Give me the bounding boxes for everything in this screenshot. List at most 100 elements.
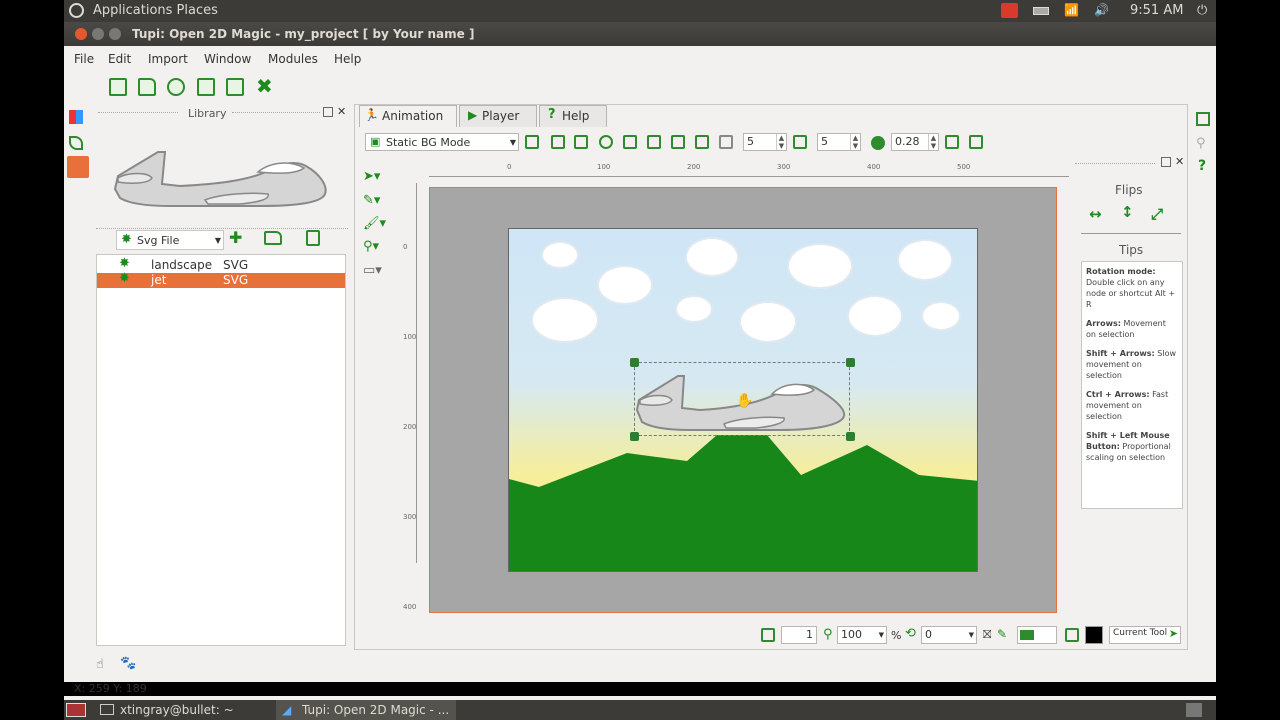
- close-panel-icon[interactable]: ✕: [337, 105, 346, 118]
- menu-import[interactable]: Import: [148, 52, 188, 66]
- opacity-icon[interactable]: [871, 136, 885, 150]
- color-palette-icon[interactable]: [69, 110, 83, 124]
- new-project-icon[interactable]: [109, 78, 127, 96]
- power-icon[interactable]: ⏻: [1197, 3, 1207, 18]
- spin-onion[interactable]: 5 ▲ ▼: [817, 133, 861, 151]
- fill-icon[interactable]: [1065, 628, 1079, 642]
- wifi-icon[interactable]: 📶: [1064, 3, 1079, 17]
- tips-title: Tips: [1119, 243, 1144, 257]
- rotation-icon[interactable]: ⟲: [905, 626, 916, 641]
- minimize-window-button[interactable]: [92, 28, 104, 40]
- shape-tool-icon[interactable]: ▭▾: [363, 263, 382, 278]
- spin-arrows-icon[interactable]: ▲ ▼: [776, 134, 786, 150]
- show-desktop-icon[interactable]: [66, 703, 86, 717]
- copy-icon[interactable]: [551, 135, 565, 149]
- flip-crossed-icon[interactable]: ⤢: [1151, 205, 1163, 223]
- spin-opacity[interactable]: 0.28 ▲ ▼: [891, 133, 939, 151]
- paste-icon[interactable]: [574, 135, 588, 149]
- ubuntu-logo-icon[interactable]: [69, 3, 84, 18]
- export-item-icon[interactable]: [306, 230, 320, 246]
- close-window-button[interactable]: [75, 28, 87, 40]
- library-type-select[interactable]: ✸ Svg File ▼: [116, 230, 224, 250]
- spin-grid-size[interactable]: 5 ▲ ▼: [743, 133, 787, 151]
- step-icon[interactable]: [719, 135, 733, 149]
- frame-field[interactable]: 1: [781, 626, 817, 644]
- ruler-top-label: 300: [777, 163, 791, 171]
- maximize-window-button[interactable]: [109, 28, 121, 40]
- grid-icon[interactable]: [599, 135, 613, 149]
- save-icon[interactable]: [197, 78, 215, 96]
- flip-vertical-icon[interactable]: ↕: [1121, 203, 1134, 221]
- add-folder-icon[interactable]: [264, 231, 282, 245]
- hand-tool-icon[interactable]: ☝: [96, 657, 104, 672]
- canvas-area[interactable]: ✋: [429, 187, 1057, 613]
- menu-help[interactable]: Help: [334, 52, 361, 66]
- save-as-icon[interactable]: [226, 78, 244, 96]
- menu-modules[interactable]: Modules: [268, 52, 318, 66]
- close-panel-icon[interactable]: ✕: [1175, 155, 1184, 168]
- antialias-icon[interactable]: ⛝: [983, 628, 991, 642]
- clock[interactable]: 9:51 AM: [1130, 3, 1183, 18]
- battery-icon[interactable]: [1033, 7, 1049, 15]
- system-menu[interactable]: Applications Places: [93, 3, 218, 18]
- trash-icon[interactable]: [1186, 703, 1202, 717]
- add-item-icon[interactable]: ✚: [229, 228, 242, 247]
- library-icon[interactable]: [67, 156, 89, 178]
- delete-icon[interactable]: [695, 135, 709, 149]
- fill-tool-icon[interactable]: 🖌▾: [363, 216, 386, 231]
- flip-horizontal-icon[interactable]: ↔: [1089, 205, 1102, 223]
- cursor-coordinates: X: 259 Y: 189: [74, 682, 147, 695]
- preview-icon[interactable]: [969, 135, 983, 149]
- subgrid-icon[interactable]: [623, 135, 637, 149]
- tab-player[interactable]: ▶ Player: [459, 105, 537, 127]
- pen-preview[interactable]: [1017, 626, 1057, 644]
- onion-icon[interactable]: [793, 135, 807, 149]
- pen-icon[interactable]: ✎: [997, 627, 1007, 641]
- library-item-landscape[interactable]: ✸ landscape SVG: [97, 256, 345, 273]
- spin-arrows-icon[interactable]: ▲ ▼: [928, 134, 938, 150]
- tip-text: Double click on any node or shortcut Alt…: [1086, 278, 1176, 309]
- selection-handle[interactable]: [630, 432, 639, 441]
- zoom-select[interactable]: 100 ▼: [837, 626, 887, 644]
- open-project-icon[interactable]: [138, 78, 156, 96]
- menu-edit[interactable]: Edit: [108, 52, 131, 66]
- ruler-left-label: 100: [403, 333, 417, 341]
- zoom-tool-icon[interactable]: ⚲▾: [363, 239, 379, 254]
- taskbar-terminal[interactable]: xtingray@bullet: ~: [94, 700, 274, 720]
- search-icon[interactable]: ⚲: [1196, 136, 1206, 151]
- menu-file[interactable]: File: [74, 52, 94, 66]
- ruler-top-label: 100: [597, 163, 611, 171]
- mode-select[interactable]: ▣ Static BG Mode ▼: [365, 133, 519, 151]
- brush-icon[interactable]: [69, 136, 83, 150]
- workspace: 🏃 Animation ▶ Player ? Help ▣ Static BG …: [354, 104, 1188, 650]
- tab-animation[interactable]: 🏃 Animation: [359, 105, 457, 127]
- align-icon[interactable]: [525, 135, 539, 149]
- spin-arrows-icon[interactable]: ▲ ▼: [850, 134, 860, 150]
- fill-color-swatch[interactable]: [1085, 626, 1103, 644]
- safe-area-icon[interactable]: [647, 135, 661, 149]
- help-icon[interactable]: ?: [1198, 158, 1206, 174]
- fullscreen-icon[interactable]: [945, 135, 959, 149]
- current-tool[interactable]: Current Tool ➤: [1109, 626, 1181, 644]
- zoom-icon[interactable]: ⚲: [823, 627, 833, 642]
- rotation-select[interactable]: 0 ▼: [921, 626, 977, 644]
- notification-icon[interactable]: [1001, 3, 1018, 18]
- taskbar-tupi[interactable]: ◢ Tupi: Open 2D Magic - ...: [276, 700, 456, 720]
- paw-icon[interactable]: 🐾: [120, 656, 136, 671]
- open-network-icon[interactable]: [167, 78, 185, 96]
- zoom-fit-icon[interactable]: [671, 135, 685, 149]
- selection-handle[interactable]: [846, 432, 855, 441]
- scene-icon[interactable]: [1196, 112, 1210, 126]
- selection-handle[interactable]: [846, 358, 855, 367]
- tab-help[interactable]: ? Help: [539, 105, 607, 127]
- selection-tool-icon[interactable]: ➤▾: [363, 169, 380, 184]
- volume-icon[interactable]: 🔊: [1094, 3, 1109, 17]
- float-panel-icon[interactable]: [323, 107, 333, 117]
- library-item-jet[interactable]: ✸ jet SVG: [97, 271, 345, 288]
- frame-icon[interactable]: [761, 628, 775, 642]
- close-project-icon[interactable]: ✖: [256, 74, 273, 98]
- menu-window[interactable]: Window: [204, 52, 251, 66]
- float-panel-icon[interactable]: [1161, 157, 1171, 167]
- pencil-tool-icon[interactable]: ✎▾: [363, 193, 380, 208]
- selection-handle[interactable]: [630, 358, 639, 367]
